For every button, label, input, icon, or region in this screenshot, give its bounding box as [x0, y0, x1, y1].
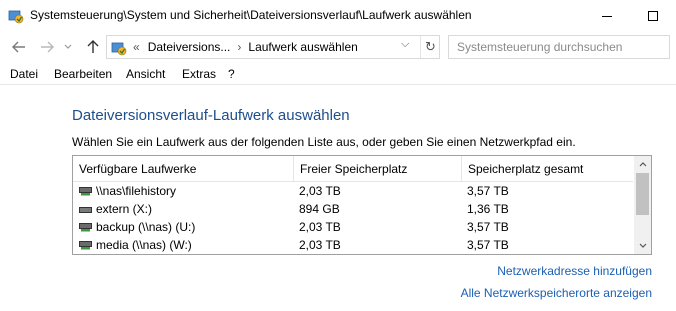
scroll-down-button[interactable] — [634, 237, 651, 254]
window-title: Systemsteuerung\System und Sicherheit\Da… — [30, 8, 472, 22]
drive-name: backup (\\nas) (U:) — [96, 220, 196, 234]
minimize-icon — [602, 15, 612, 17]
control-panel-icon — [111, 42, 127, 56]
forward-button[interactable] — [38, 38, 56, 56]
breadcrumb-separator[interactable]: › — [237, 40, 241, 54]
scroll-up-button[interactable] — [634, 156, 651, 173]
instruction-text: Wählen Sie ein Laufwerk aus der folgende… — [72, 135, 576, 149]
total-space-cell: 1,36 TB — [467, 202, 509, 216]
drive-name-cell: \\nas\filehistory — [79, 182, 176, 200]
title-bar: Systemsteuerung\System und Sicherheit\Da… — [0, 0, 676, 32]
drive-name: extern (X:) — [96, 202, 153, 216]
drive-name-cell: media (\\nas) (W:) — [79, 236, 192, 254]
show-all-network-locations-link[interactable]: Alle Netzwerkspeicherorte anzeigen — [461, 286, 652, 300]
navigation-bar: « Dateiversions... › Laufwerk auswählen … — [0, 32, 676, 62]
total-space-cell: 3,57 TB — [467, 184, 509, 198]
table-row[interactable]: backup (\\nas) (U:) 2,03 TB 3,57 TB — [73, 218, 633, 236]
drive-name: media (\\nas) (W:) — [96, 238, 192, 252]
free-space-cell: 2,03 TB — [299, 184, 341, 198]
chevron-down-icon — [64, 44, 72, 49]
network-drive-icon — [79, 186, 92, 195]
refresh-icon: ↻ — [425, 39, 436, 54]
page-title: Dateiversionsverlauf-Laufwerk auswählen — [72, 107, 350, 124]
menu-bar: Datei Bearbeiten Ansicht Extras ? — [0, 63, 676, 85]
free-space-cell: 894 GB — [299, 202, 340, 216]
address-dropdown-icon[interactable]: ⌵ — [401, 38, 409, 51]
maximize-icon — [648, 11, 658, 21]
recent-locations-button[interactable] — [62, 38, 74, 56]
drive-name-cell: backup (\\nas) (U:) — [79, 218, 195, 236]
table-row[interactable]: extern (X:) 894 GB 1,36 TB — [73, 200, 633, 218]
breadcrumb-item-laufwerk-auswaehlen[interactable]: Laufwerk auswählen — [248, 40, 357, 54]
column-header-free-space[interactable]: Freier Speicherplatz — [293, 156, 461, 182]
arrow-left-icon — [12, 41, 25, 53]
column-header-drives[interactable]: Verfügbare Laufwerke — [73, 156, 293, 182]
search-input[interactable] — [449, 36, 649, 58]
control-panel-icon — [8, 10, 24, 24]
total-space-cell: 3,57 TB — [467, 220, 509, 234]
network-drive-icon — [79, 240, 92, 249]
total-space-cell: 3,57 TB — [467, 238, 509, 252]
minimize-button[interactable] — [584, 0, 630, 32]
add-network-address-link[interactable]: Netzwerkadresse hinzufügen — [497, 264, 652, 278]
drive-name-cell: extern (X:) — [79, 200, 152, 218]
chevron-up-icon — [639, 162, 646, 167]
vertical-scrollbar[interactable] — [634, 156, 651, 254]
up-button[interactable] — [84, 38, 102, 56]
menu-item-datei[interactable]: Datei — [10, 63, 38, 85]
chevron-down-icon — [639, 243, 646, 248]
back-button[interactable] — [10, 38, 28, 56]
free-space-cell: 2,03 TB — [299, 220, 341, 234]
drive-list-header: Verfügbare Laufwerke Freier Speicherplat… — [73, 156, 633, 182]
breadcrumb: « Dateiversions... › Laufwerk auswählen — [133, 40, 358, 54]
free-space-cell: 2,03 TB — [299, 238, 341, 252]
refresh-button[interactable]: ↻ — [420, 36, 440, 58]
drive-list[interactable]: Verfügbare Laufwerke Freier Speicherplat… — [72, 155, 652, 255]
table-row[interactable]: \\nas\filehistory 2,03 TB 3,57 TB — [73, 182, 633, 200]
network-drive-icon — [79, 222, 92, 231]
breadcrumb-overflow[interactable]: « — [133, 40, 140, 54]
menu-item-help[interactable]: ? — [228, 63, 235, 85]
arrow-right-icon — [41, 41, 54, 53]
address-bar[interactable]: « Dateiversions... › Laufwerk auswählen … — [106, 35, 440, 59]
maximize-button[interactable] — [630, 0, 676, 32]
scroll-thumb[interactable] — [636, 173, 649, 215]
search-box[interactable] — [448, 35, 670, 59]
table-row[interactable]: media (\\nas) (W:) 2,03 TB 3,57 TB — [73, 236, 633, 254]
breadcrumb-item-dateiversionsverlauf[interactable]: Dateiversions... — [148, 40, 231, 54]
drive-icon — [79, 206, 92, 213]
column-header-total-space[interactable]: Speicherplatz gesamt — [461, 156, 633, 182]
menu-item-extras[interactable]: Extras — [182, 63, 216, 85]
drive-name: \\nas\filehistory — [96, 184, 177, 198]
menu-item-ansicht[interactable]: Ansicht — [126, 63, 165, 85]
arrow-up-icon — [87, 40, 99, 53]
menu-item-bearbeiten[interactable]: Bearbeiten — [54, 63, 112, 85]
